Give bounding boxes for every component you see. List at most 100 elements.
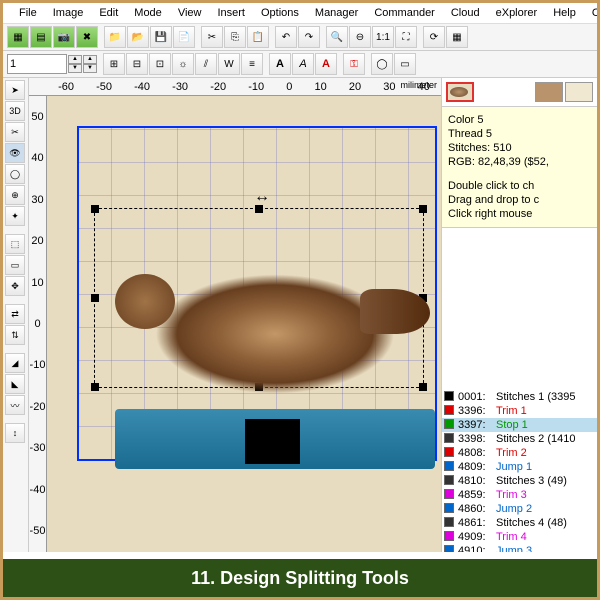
- open-btn[interactable]: ▤: [30, 26, 52, 48]
- menu-file[interactable]: File: [11, 5, 45, 21]
- folder-btn[interactable]: 📁: [104, 26, 126, 48]
- flip-v[interactable]: ⇅: [5, 325, 25, 345]
- spin-down2[interactable]: ▼: [83, 64, 97, 73]
- t2-2[interactable]: ⊟: [126, 53, 148, 75]
- ruler-unit: milimeter: [400, 80, 437, 90]
- embroidery-cat: [135, 264, 415, 404]
- menu-options[interactable]: Options: [253, 5, 307, 21]
- flip-h[interactable]: ⇄: [5, 304, 25, 324]
- stitch-row[interactable]: 4808:Trim 2: [442, 446, 597, 460]
- spin-up[interactable]: ▲: [68, 55, 82, 64]
- spin-up2[interactable]: ▲: [83, 55, 97, 64]
- color-info-panel: Color 5 Thread 5 Stitches: 510 RGB: 82,4…: [442, 107, 597, 228]
- stitch-row[interactable]: 3398:Stitches 2 (1410: [442, 432, 597, 446]
- menu-image[interactable]: Image: [45, 5, 92, 21]
- zoomout-btn[interactable]: ⊖: [349, 26, 371, 48]
- copy-btn[interactable]: ⎘: [224, 26, 246, 48]
- sel-rect2[interactable]: ▭: [5, 255, 25, 275]
- lasso-tool[interactable]: ◯: [5, 164, 25, 184]
- new-btn[interactable]: ▦: [7, 26, 29, 48]
- handle-br[interactable]: [419, 383, 427, 391]
- resize-arrow-icon[interactable]: ↔: [254, 188, 270, 206]
- 3d-tool[interactable]: 3D: [5, 101, 25, 121]
- doc-btn[interactable]: 📄: [173, 26, 195, 48]
- menu-view[interactable]: View: [170, 5, 210, 21]
- tri-tool[interactable]: ◢: [5, 353, 25, 373]
- shape-btn[interactable]: ◯: [371, 53, 393, 75]
- number-input[interactable]: [7, 54, 67, 74]
- stitch-row[interactable]: 4860:Jump 2: [442, 502, 597, 516]
- handle-bl[interactable]: [91, 383, 99, 391]
- zoomin-btn[interactable]: 🔍: [326, 26, 348, 48]
- menu-insert[interactable]: Insert: [209, 5, 253, 21]
- shape2-btn[interactable]: ▭: [394, 53, 416, 75]
- handle-ml[interactable]: [91, 294, 99, 302]
- text-a[interactable]: A: [269, 53, 291, 75]
- key-btn[interactable]: ⚿: [343, 53, 365, 75]
- spin-down[interactable]: ▼: [68, 64, 82, 73]
- embroidery-bar: [115, 409, 435, 469]
- swatch-2[interactable]: [565, 82, 593, 102]
- t2-4[interactable]: ☼: [172, 53, 194, 75]
- stitch-row[interactable]: 3396:Trim 1: [442, 404, 597, 418]
- save2-btn[interactable]: 💾: [150, 26, 172, 48]
- target-tool[interactable]: ⊕: [5, 185, 25, 205]
- arrows-tool[interactable]: ↕: [5, 423, 25, 443]
- menu-help[interactable]: Help: [545, 5, 584, 21]
- stitch-row[interactable]: 3397:Stop 1: [442, 418, 597, 432]
- zoom11-btn[interactable]: 1:1: [372, 26, 394, 48]
- menu-option[interactable]: Option: [584, 5, 597, 21]
- stitch-row[interactable]: 4861:Stitches 4 (48): [442, 516, 597, 530]
- canvas[interactable]: ↔ ↔: [47, 96, 441, 552]
- wand-tool[interactable]: ✦: [5, 206, 25, 226]
- text-a3[interactable]: A: [315, 53, 337, 75]
- stitch-row[interactable]: 4810:Stitches 3 (49): [442, 474, 597, 488]
- stitch-row[interactable]: 4859:Trim 3: [442, 488, 597, 502]
- stitch-list[interactable]: 0001:Stitches 1 (33953396:Trim 13397:Sto…: [442, 390, 597, 552]
- text-a2[interactable]: A: [292, 53, 314, 75]
- scissors-tool[interactable]: ✂: [5, 122, 25, 142]
- tri2-tool[interactable]: ◣: [5, 374, 25, 394]
- t2-1[interactable]: ⊞: [103, 53, 125, 75]
- toolbar-1: ▦ ▤ 📷 ✖ 📁 📂 💾 📄 ✂ ⎘ 📋 ↶ ↷ 🔍 ⊖ 1:1 ⛶ ⟳ ▦: [3, 24, 597, 51]
- menu-edit[interactable]: Edit: [91, 5, 126, 21]
- layers-btn[interactable]: ▦: [446, 26, 468, 48]
- undo-btn[interactable]: ↶: [275, 26, 297, 48]
- refresh-btn[interactable]: ⟳: [423, 26, 445, 48]
- sel-rect[interactable]: ⬚: [5, 234, 25, 254]
- stitch-row[interactable]: 4910:Jump 3: [442, 544, 597, 552]
- t2-7[interactable]: ≡: [241, 53, 263, 75]
- t2-6[interactable]: W: [218, 53, 240, 75]
- open2-btn[interactable]: 📂: [127, 26, 149, 48]
- move-tool[interactable]: ✥: [5, 276, 25, 296]
- handle-tl[interactable]: [91, 205, 99, 213]
- right-panel: Color 5 Thread 5 Stitches: 510 RGB: 82,4…: [441, 78, 597, 552]
- stitch-row[interactable]: 4909:Trim 4: [442, 530, 597, 544]
- curve-tool[interactable]: 〰: [5, 395, 25, 415]
- t2-3[interactable]: ⊡: [149, 53, 171, 75]
- t2-5[interactable]: ⫽: [195, 53, 217, 75]
- stitch-row[interactable]: 4809:Jump 1: [442, 460, 597, 474]
- swatch-1[interactable]: [535, 82, 563, 102]
- resize-arrow-icon[interactable]: ↔: [254, 413, 270, 431]
- export-btn[interactable]: ✖: [76, 26, 98, 48]
- menu-manager[interactable]: Manager: [307, 5, 366, 21]
- menu-mode[interactable]: Mode: [126, 5, 170, 21]
- eye-tool[interactable]: 👁: [5, 143, 25, 163]
- selection-box[interactable]: [94, 208, 424, 388]
- menu-explorer[interactable]: eXplorer: [488, 5, 546, 21]
- paste-btn[interactable]: 📋: [247, 26, 269, 48]
- left-toolbar: ➤ 3D ✂ 👁 ◯ ⊕ ✦ ⬚ ▭ ✥ ⇄ ⇅ ◢ ◣ 〰 ↕: [3, 78, 29, 552]
- stitch-row[interactable]: 0001:Stitches 1 (3395: [442, 390, 597, 404]
- pointer-tool[interactable]: ➤: [5, 80, 25, 100]
- save-btn[interactable]: 📷: [53, 26, 75, 48]
- handle-tm[interactable]: [255, 205, 263, 213]
- handle-tr[interactable]: [419, 205, 427, 213]
- fit-btn[interactable]: ⛶: [395, 26, 417, 48]
- thumb-swatch[interactable]: [446, 82, 474, 102]
- cut-btn[interactable]: ✂: [201, 26, 223, 48]
- redo-btn[interactable]: ↷: [298, 26, 320, 48]
- menu-commander[interactable]: Commander: [366, 5, 443, 21]
- ruler-vertical: 50403020100-10-20-30-40-50: [29, 96, 47, 552]
- menu-cloud[interactable]: Cloud: [443, 5, 488, 21]
